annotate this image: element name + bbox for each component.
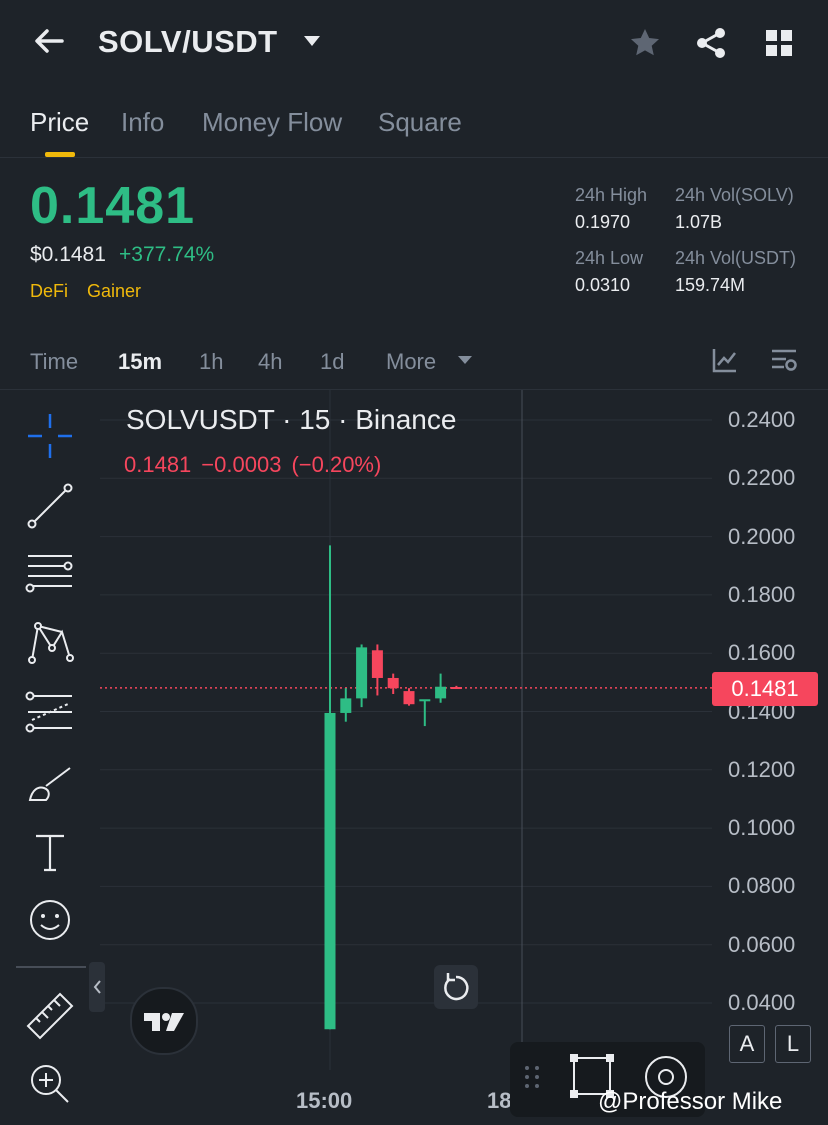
more-chevron-icon[interactable] <box>458 356 472 364</box>
back-arrow-icon[interactable] <box>32 24 66 58</box>
current-price-label: 0.1481 <box>712 672 818 706</box>
stat-value: 0.0310 <box>575 275 631 295</box>
tab-price[interactable]: Price <box>30 107 89 138</box>
interval-1d[interactable]: 1d <box>320 349 344 375</box>
grid-icon[interactable] <box>764 28 794 58</box>
interval-4h[interactable]: 4h <box>258 349 282 375</box>
chart-legend-title: SOLVUSDT · 15 · Binance <box>126 404 457 435</box>
reset-chart-button[interactable] <box>434 965 478 1009</box>
y-axis-label: 0.0600 <box>728 931 796 957</box>
stat-label: 24h Low <box>575 248 644 268</box>
interval-more[interactable]: More <box>386 349 436 375</box>
y-axis-label: 0.1600 <box>728 640 796 666</box>
stat-label: 24h High <box>575 185 648 205</box>
y-axis-label: 0.0800 <box>728 873 796 899</box>
watermark: @Professor Mike <box>598 1088 783 1115</box>
candle-body <box>324 712 336 1030</box>
chart-settings-icon[interactable] <box>770 347 798 373</box>
y-axis-label: 0.2200 <box>728 465 796 491</box>
last-price: 0.1481 <box>30 177 196 235</box>
star-icon[interactable] <box>628 26 662 60</box>
stat-value: 159.74M <box>675 275 746 295</box>
y-axis-label: 0.2000 <box>728 523 796 549</box>
drag-handle-icon <box>525 1066 539 1088</box>
stat-label: 24h Vol(USDT) <box>675 248 797 268</box>
pair-title[interactable]: SOLV/USDT <box>98 24 278 60</box>
usd-price: $0.1481 <box>30 243 106 266</box>
x-axis-label: 15:00 <box>296 1088 353 1113</box>
interval-1h[interactable]: 1h <box>199 349 223 375</box>
log-scale-button[interactable]: L <box>775 1025 811 1063</box>
candle-body <box>403 691 415 705</box>
candle <box>435 673 447 703</box>
tab-square[interactable]: Square <box>378 107 462 138</box>
candle-body <box>340 698 352 713</box>
divider <box>0 157 828 158</box>
candle-body <box>371 650 383 678</box>
chart-legend-values: 0.1481 −0.0003 (−0.20%) <box>124 452 391 478</box>
stat-value: 0.1970 <box>575 212 631 232</box>
toolbar-divider <box>16 966 86 968</box>
legend-price: 0.1481 <box>124 452 192 477</box>
candle <box>419 699 431 727</box>
tradingview-logo <box>130 987 198 1055</box>
interval-15m[interactable]: 15m <box>118 349 162 375</box>
candle <box>450 685 462 690</box>
tag-defi[interactable]: DeFi <box>30 281 68 302</box>
x-axis-label: 18 <box>487 1088 512 1113</box>
trend-line-icon[interactable] <box>24 480 76 532</box>
candle-body <box>387 677 399 689</box>
candle-body <box>450 687 462 690</box>
stat-label: 24h Vol(SOLV) <box>675 185 794 205</box>
stat-value: 1.07B <box>675 212 723 232</box>
projection-icon[interactable] <box>24 688 76 740</box>
top-header: SOLV/USDT <box>0 0 828 88</box>
text-icon[interactable] <box>24 826 76 878</box>
legend-change-pct: (−0.20%) <box>291 452 382 477</box>
emoji-icon[interactable] <box>24 894 76 946</box>
tag-gainer[interactable]: Gainer <box>87 281 141 302</box>
candle <box>340 688 352 722</box>
tab-money-flow[interactable]: Money Flow <box>202 107 342 138</box>
fib-icon[interactable] <box>24 548 76 600</box>
ruler-icon[interactable] <box>24 990 76 1042</box>
auto-scale-button[interactable]: A <box>729 1025 765 1063</box>
tab-info[interactable]: Info <box>121 107 164 138</box>
brush-icon[interactable] <box>24 758 76 810</box>
tradingview-logo-icon <box>144 1013 184 1031</box>
candlestick-chart[interactable] <box>100 390 828 1125</box>
y-axis-label: 0.0400 <box>728 990 796 1015</box>
crosshair-icon[interactable] <box>24 410 76 462</box>
refresh-icon <box>444 973 469 1001</box>
candle <box>403 688 415 706</box>
change-percent: +377.74% <box>119 243 215 266</box>
candle-body <box>435 686 447 699</box>
candle <box>387 673 399 695</box>
candle <box>356 644 368 708</box>
legend-change: −0.0003 <box>201 452 282 477</box>
y-axis-label: 0.1800 <box>728 581 796 607</box>
interval-time[interactable]: Time <box>30 349 78 375</box>
zoom-in-icon[interactable] <box>24 1058 76 1110</box>
y-axis-label: 0.1200 <box>728 756 796 782</box>
indicator-icon[interactable] <box>712 347 738 373</box>
candle-body <box>419 699 431 702</box>
chevron-down-icon[interactable] <box>304 36 320 46</box>
candle <box>324 545 336 1030</box>
pattern-icon[interactable] <box>24 618 76 670</box>
y-axis-label: 0.1000 <box>728 815 796 841</box>
y-axis-label: 0.2400 <box>728 407 796 432</box>
share-icon[interactable] <box>694 26 728 60</box>
candle-body <box>356 647 368 699</box>
